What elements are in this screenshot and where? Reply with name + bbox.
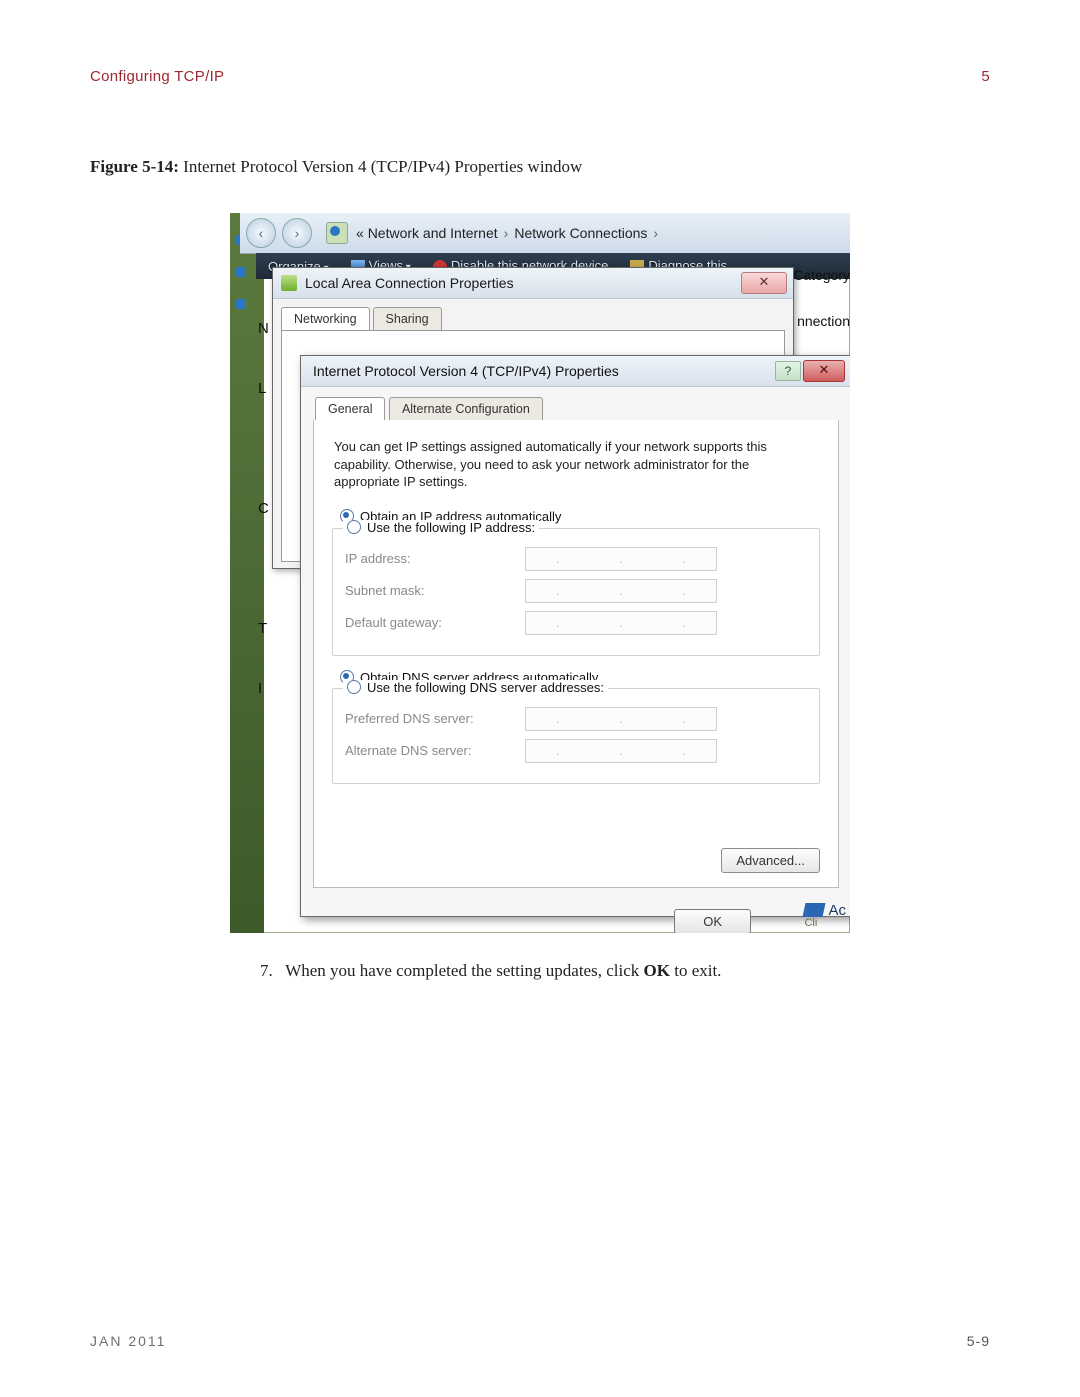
dns-group: Use the following DNS server addresses: …	[332, 688, 820, 784]
ipv4-body: You can get IP settings assigned automat…	[313, 420, 839, 888]
nav-forward-button[interactable]: ›	[282, 218, 312, 248]
step-7: 7. When you have completed the setting u…	[260, 961, 990, 981]
label-preferred-dns: Preferred DNS server:	[345, 711, 525, 726]
breadcrumb-item[interactable]: Network and Internet	[368, 225, 498, 241]
help-button[interactable]: ?	[775, 361, 801, 381]
nav-back-button[interactable]: ‹	[246, 218, 276, 248]
explorer-addressbar: ‹ › « Network and Internet › Network Con…	[240, 213, 850, 254]
lac-tabs: Networking Sharing	[273, 299, 793, 330]
input-preferred-dns[interactable]: ...	[525, 707, 717, 731]
breadcrumb-back-glyph: «	[356, 225, 364, 241]
label-ip-address: IP address:	[345, 551, 525, 566]
tab-sharing[interactable]: Sharing	[373, 307, 442, 330]
close-button[interactable]: ✕	[803, 360, 845, 382]
input-default-gateway[interactable]: ...	[525, 611, 717, 635]
label-alternate-dns: Alternate DNS server:	[345, 743, 525, 758]
advanced-button[interactable]: Advanced...	[721, 848, 820, 873]
ip-group: Use the following IP address: IP address…	[332, 528, 820, 656]
breadcrumb-separator: ›	[504, 225, 509, 241]
lac-title-text: Local Area Connection Properties	[305, 275, 514, 291]
ipv4-tabs: General Alternate Configuration	[301, 387, 850, 420]
ipv4-properties-dialog: Internet Protocol Version 4 (TCP/IPv4) P…	[300, 355, 850, 917]
input-subnet-mask[interactable]: ...	[525, 579, 717, 603]
tab-networking[interactable]: Networking	[281, 307, 370, 330]
taskbar-icon	[236, 299, 246, 309]
input-alternate-dns[interactable]: ...	[525, 739, 717, 763]
breadcrumb-separator: ›	[653, 225, 658, 241]
truncated-left-text: NLCTI	[258, 299, 269, 719]
ipv4-title-text: Internet Protocol Version 4 (TCP/IPv4) P…	[313, 363, 619, 379]
location-icon	[326, 222, 348, 244]
label-default-gateway: Default gateway:	[345, 615, 525, 630]
figure-caption: Figure 5-14: Internet Protocol Version 4…	[90, 157, 990, 177]
lac-close-button[interactable]: ✕	[741, 272, 787, 294]
radio-static-dns[interactable]: Use the following DNS server addresses:	[343, 680, 608, 695]
input-ip-address[interactable]: ...	[525, 547, 717, 571]
breadcrumb-item[interactable]: Network Connections	[514, 225, 647, 241]
radio-icon	[347, 520, 361, 534]
figure-caption-text: Internet Protocol Version 4 (TCP/IPv4) P…	[183, 157, 582, 176]
lac-titlebar: Local Area Connection Properties ✕	[273, 268, 793, 299]
ipv4-titlebar: Internet Protocol Version 4 (TCP/IPv4) P…	[301, 356, 850, 387]
radio-icon	[347, 680, 361, 694]
section-title: Configuring TCP/IP	[90, 68, 224, 85]
truncated-corner: Ac Cli	[804, 902, 846, 929]
figure-label: Figure 5-14:	[90, 157, 179, 176]
tab-general[interactable]: General	[315, 397, 385, 420]
section-number: 5	[981, 68, 990, 85]
connection-icon	[281, 275, 297, 291]
radio-static-ip[interactable]: Use the following IP address:	[343, 520, 539, 535]
taskbar-icon	[236, 267, 246, 277]
tab-alternate-config[interactable]: Alternate Configuration	[389, 397, 543, 420]
label-subnet-mask: Subnet mask:	[345, 583, 525, 598]
footer-date: JAN 2011	[90, 1333, 166, 1349]
ok-button[interactable]: OK	[674, 909, 751, 934]
network-icon	[803, 903, 826, 917]
footer-page-number: 5-9	[967, 1333, 990, 1349]
ipv4-description: You can get IP settings assigned automat…	[334, 438, 818, 491]
screenshot: ‹ › « Network and Internet › Network Con…	[230, 213, 850, 933]
